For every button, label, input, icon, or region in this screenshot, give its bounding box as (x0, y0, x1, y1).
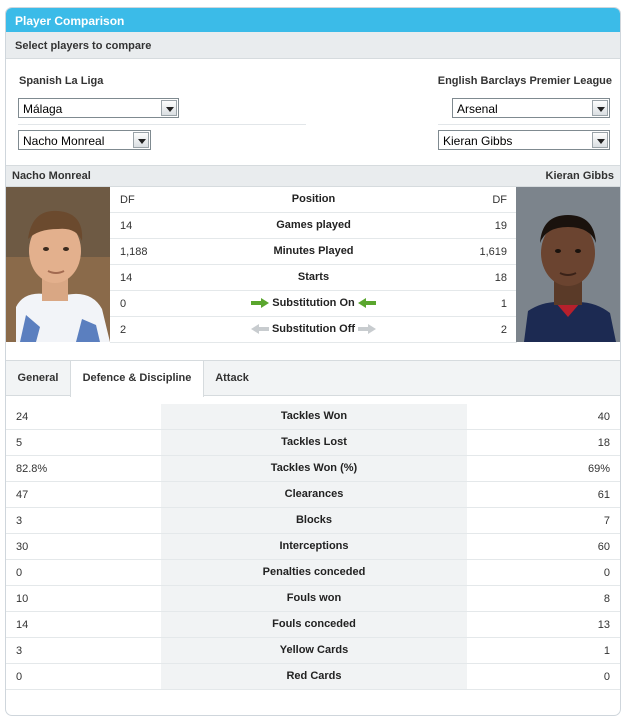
left-value: 3 (16, 515, 23, 527)
left-value: 82.8% (16, 463, 48, 475)
row-label: Tackles Won (280, 410, 348, 422)
left-value: 10 (16, 593, 29, 605)
left-player-select[interactable]: Nacho Monreal (18, 130, 151, 150)
right-player-value: Kieran Gibbs (443, 134, 513, 148)
panel-header: Player Comparison (6, 8, 620, 32)
row-label: Minutes Played (273, 245, 354, 257)
right-player-select[interactable]: Kieran Gibbs (438, 130, 610, 150)
table-row: 0 Red Cards 0 (6, 664, 620, 690)
player-comparison-panel: Player Comparison Select players to comp… (5, 7, 621, 716)
table-row: 0 Penalties conceded 0 (6, 560, 620, 586)
right-value: 18 (494, 272, 507, 284)
row-label: Fouls conceded (272, 618, 356, 630)
left-player-name: Nacho Monreal (12, 170, 91, 182)
table-row: 24 Tackles Won 40 (6, 404, 620, 430)
left-player-value: Nacho Monreal (23, 134, 105, 148)
right-value: 69% (587, 463, 610, 475)
row-label-wrap: Substitution On (110, 297, 517, 309)
left-value: 24 (16, 411, 29, 423)
player-selection-area: Spanish La Liga English Barclays Premier… (6, 59, 620, 165)
right-divider (438, 124, 610, 125)
arrow-left-icon (250, 324, 269, 335)
stats-table: 24 Tackles Won 40 5 Tackles Lost 18 82.8% Tac… (6, 404, 620, 690)
row-label: Tackles Won (%) (270, 462, 358, 474)
overview-row-substitution-off: 2 Substitution Off 2 (110, 317, 517, 343)
table-row: 5 Tackles Lost 18 (6, 430, 620, 456)
left-value: 3 (16, 645, 23, 657)
table-row: 14 Fouls conceded 13 (6, 612, 620, 638)
row-label: Substitution On (272, 297, 355, 309)
right-value: 1,619 (479, 246, 507, 258)
row-label: Position (291, 193, 336, 205)
right-value: 0 (603, 671, 610, 683)
right-value: 19 (494, 220, 507, 232)
row-label: Tackles Lost (281, 436, 347, 448)
table-row: 3 Blocks 7 (6, 508, 620, 534)
table-row: 30 Interceptions 60 (6, 534, 620, 560)
overview-row-starts: 14 Starts 18 (110, 265, 517, 291)
tab-general[interactable]: General (6, 361, 70, 396)
overview-row-minutes-played: 1,188 Minutes Played 1,619 (110, 239, 517, 265)
left-club-select[interactable]: Málaga (18, 98, 179, 118)
row-label: Interceptions (279, 540, 349, 552)
row-label: Clearances (284, 488, 344, 500)
arrow-right-icon (358, 324, 377, 335)
left-league-label: Spanish La Liga (19, 75, 104, 87)
chevron-down-icon[interactable] (592, 132, 608, 148)
row-label: Yellow Cards (279, 644, 349, 656)
table-row: 3 Yellow Cards 1 (6, 638, 620, 664)
row-label-wrap: Substitution Off (110, 323, 517, 335)
right-value: DF (492, 194, 507, 206)
right-value: 7 (603, 515, 610, 527)
row-label: Games played (276, 219, 351, 231)
left-value: 0 (16, 671, 23, 683)
row-label: Penalties conceded (262, 566, 366, 578)
select-players-heading: Select players to compare (6, 32, 620, 59)
table-row: 10 Fouls won 8 (6, 586, 620, 612)
right-value: 13 (597, 619, 610, 631)
row-label: Blocks (295, 514, 333, 526)
left-divider (18, 124, 306, 125)
player-names-bar: Nacho Monreal Kieran Gibbs (6, 165, 620, 187)
right-value: 18 (597, 437, 610, 449)
row-label: Fouls won (286, 592, 342, 604)
chevron-down-icon[interactable] (161, 100, 177, 116)
chevron-down-icon[interactable] (133, 132, 149, 148)
right-value: 1 (603, 645, 610, 657)
left-value: 30 (16, 541, 29, 553)
right-value: 60 (597, 541, 610, 553)
right-league-label: English Barclays Premier League (437, 75, 612, 87)
table-row: 47 Clearances 61 (6, 482, 620, 508)
left-value: 14 (16, 619, 29, 631)
chevron-down-icon[interactable] (592, 100, 608, 116)
right-value: 61 (597, 489, 610, 501)
right-club-select[interactable]: Arsenal (452, 98, 610, 118)
left-club-value: Málaga (23, 102, 63, 116)
row-label: Red Cards (286, 670, 342, 682)
row-label: Substitution Off (271, 323, 356, 335)
right-value: 0 (603, 567, 610, 579)
tab-attack[interactable]: Attack (204, 361, 260, 396)
arrow-right-icon (251, 298, 270, 309)
right-value: 2 (500, 324, 507, 336)
right-player-name: Kieran Gibbs (545, 170, 614, 182)
overview-row-substitution-on: 0 Substitution On 1 (110, 291, 517, 317)
table-row: 82.8% Tackles Won (%) 69% (6, 456, 620, 482)
stats-tabs: General Defence & Discipline Attack (6, 360, 620, 397)
right-value: 40 (597, 411, 610, 423)
tab-defence-discipline[interactable]: Defence & Discipline (70, 361, 204, 397)
arrow-left-icon (357, 298, 376, 309)
left-value: 5 (16, 437, 23, 449)
right-club-value: Arsenal (457, 102, 498, 116)
right-value: 1 (500, 298, 507, 310)
right-player-photo (516, 187, 620, 342)
left-player-photo (6, 187, 110, 342)
row-label: Starts (297, 271, 330, 283)
left-value: 0 (16, 567, 23, 579)
left-value: 47 (16, 489, 29, 501)
overview-row-position: DF Position DF (110, 187, 517, 213)
overview-comparison: DF Position DF 14 Games played 19 1,188 … (6, 187, 620, 343)
overview-row-games-played: 14 Games played 19 (110, 213, 517, 239)
right-value: 8 (603, 593, 610, 605)
